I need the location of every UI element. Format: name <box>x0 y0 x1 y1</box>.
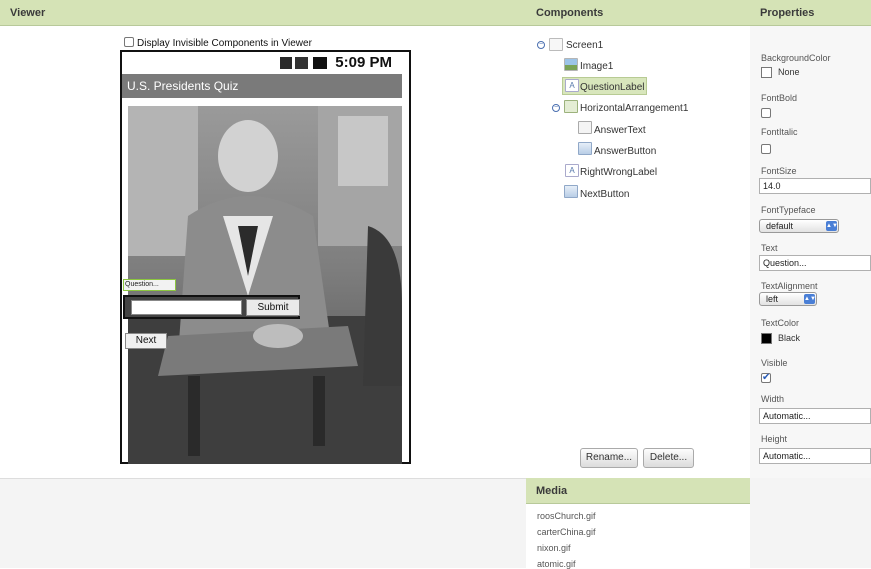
next-button[interactable]: Next <box>125 333 167 349</box>
width-label: Width <box>761 394 785 404</box>
tree-item-screen1[interactable]: Screen1 <box>566 40 603 51</box>
backgroundcolor-label: BackgroundColor <box>761 53 831 63</box>
textcolor-swatch[interactable] <box>761 333 772 344</box>
text-input[interactable]: Question... <box>759 255 871 271</box>
horizontal-arrangement-icon <box>564 100 578 113</box>
viewer-header: Viewer <box>0 0 526 26</box>
display-invisible-toggle[interactable]: Display Invisible Components in Viewer <box>124 37 312 49</box>
image-icon <box>564 58 578 71</box>
phone-preview: 5:09 PM U.S. Presidents Quiz Question...… <box>120 50 411 464</box>
fonttypeface-value: default <box>766 221 794 231</box>
button-icon <box>578 142 592 155</box>
width-input[interactable]: Automatic... <box>759 408 871 424</box>
fontitalic-checkbox[interactable] <box>761 144 771 154</box>
textalignment-select[interactable]: left ▲▼ <box>759 292 817 306</box>
select-arrows-icon: ▲▼ <box>826 221 838 231</box>
tree-item-rightwronglabel[interactable]: RightWrongLabel <box>580 167 657 178</box>
fontsize-input[interactable]: 14.0 <box>759 178 871 194</box>
horizontal-arrangement[interactable]: Submit <box>123 295 300 319</box>
viewer-footer <box>0 478 526 568</box>
label-icon: A <box>565 164 579 177</box>
media-item[interactable]: nixon.gif <box>537 543 571 553</box>
select-arrows-icon: ▲▼ <box>804 294 816 304</box>
visible-checkbox[interactable]: ✔ <box>761 373 771 383</box>
media-header: Media <box>526 478 750 504</box>
media-item[interactable]: roosChurch.gif <box>537 511 596 521</box>
tree-item-questionlabel[interactable]: QuestionLabel <box>580 82 645 93</box>
rename-button[interactable]: Rename... <box>580 448 638 468</box>
answer-button[interactable]: Submit <box>246 299 300 316</box>
fonttypeface-select[interactable]: default ▲▼ <box>759 219 839 233</box>
answer-text-input[interactable] <box>131 300 242 315</box>
properties-footer <box>750 478 871 568</box>
backgroundcolor-swatch[interactable] <box>761 67 772 78</box>
fonttypeface-label: FontTypeface <box>761 205 816 215</box>
tree-item-image1[interactable]: Image1 <box>580 61 613 72</box>
network-icon <box>280 57 292 69</box>
question-label[interactable]: Question... <box>123 279 176 291</box>
collapse-screen1-icon[interactable]: − <box>537 41 545 49</box>
properties-header: Properties <box>750 0 871 26</box>
tree-item-answerbutton[interactable]: AnswerButton <box>594 146 656 157</box>
fontitalic-label: FontItalic <box>761 127 798 137</box>
delete-button[interactable]: Delete... <box>643 448 694 468</box>
tree-item-nextbutton[interactable]: NextButton <box>580 189 629 200</box>
text-label: Text <box>761 243 778 253</box>
height-label: Height <box>761 434 788 444</box>
phone-title-bar: U.S. Presidents Quiz <box>122 74 402 98</box>
phone-status-bar: 5:09 PM <box>122 52 402 74</box>
height-input[interactable]: Automatic... <box>759 448 871 464</box>
textcolor-label: TextColor <box>761 318 800 328</box>
tree-item-horizontalarrangement1[interactable]: HorizontalArrangement1 <box>580 103 688 114</box>
textalignment-value: left <box>766 294 779 304</box>
tree-item-answertext[interactable]: AnswerText <box>594 125 646 136</box>
signal-icon <box>295 57 308 69</box>
display-invisible-checkbox[interactable] <box>124 37 134 47</box>
fontbold-checkbox[interactable] <box>761 108 771 118</box>
backgroundcolor-value[interactable]: None <box>778 67 800 77</box>
label-icon: A <box>565 79 579 92</box>
display-invisible-label: Display Invisible Components in Viewer <box>137 38 312 49</box>
fontsize-label: FontSize <box>761 166 797 176</box>
battery-icon <box>313 57 327 69</box>
components-header: Components <box>526 0 750 26</box>
button-icon <box>564 185 578 198</box>
textalignment-label: TextAlignment <box>761 281 818 291</box>
textbox-icon <box>578 121 592 134</box>
screen-icon <box>549 38 563 51</box>
phone-clock: 5:09 PM <box>335 54 392 71</box>
visible-label: Visible <box>761 358 788 368</box>
fontbold-label: FontBold <box>761 93 798 103</box>
collapse-arrangement-icon[interactable]: − <box>552 104 560 112</box>
media-item[interactable]: carterChina.gif <box>537 527 596 537</box>
textcolor-value[interactable]: Black <box>778 333 800 343</box>
